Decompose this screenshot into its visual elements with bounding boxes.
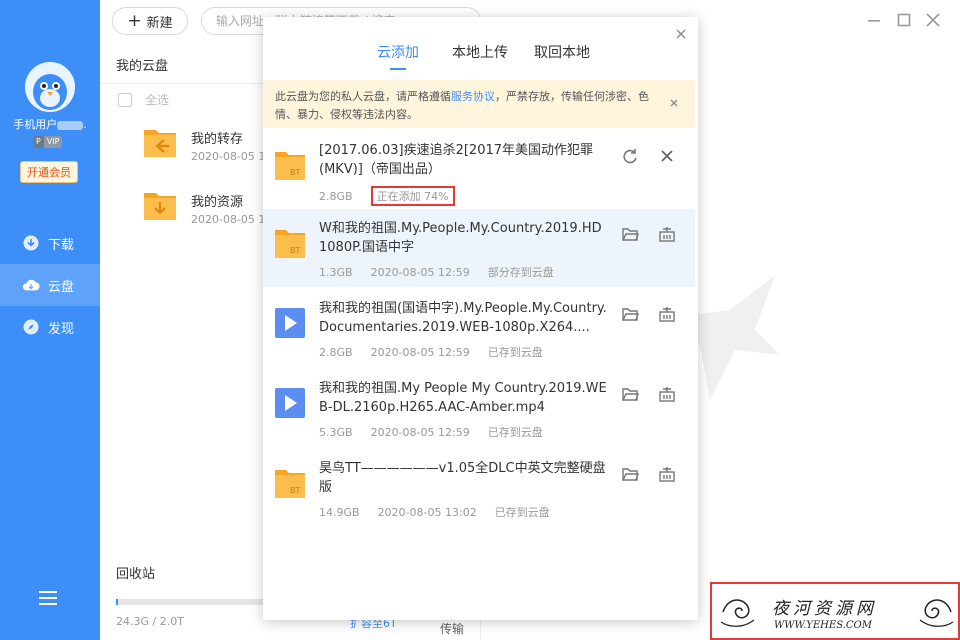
task-row[interactable]: BT [2017.06.03]疾速追杀2[2017年美国动作犯罪(MKV)]（帝… [263,131,695,209]
notice-close-icon[interactable] [668,97,680,109]
save-to-cloud-icon[interactable] [658,465,676,483]
breadcrumb[interactable]: 我的云盘 [116,55,168,74]
tab-cloud-add[interactable]: 云添加 [377,42,419,62]
refresh-icon[interactable] [621,147,639,165]
save-to-cloud-icon[interactable] [658,385,676,403]
resource-folder-icon [143,189,177,221]
ornament-icon [916,592,956,632]
download-icon [22,234,40,252]
open-folder-icon[interactable] [621,465,639,483]
dialog-close-icon[interactable] [674,27,688,41]
transfer-button[interactable]: 传输 [440,620,464,637]
bt-folder-icon: BT [275,148,305,182]
select-all[interactable]: 全选 [118,91,169,108]
video-file-icon [275,306,305,340]
service-agreement-link[interactable]: 服务协议 [451,90,495,103]
dialog-tabs: 云添加 本地上传 取回本地 [263,42,698,72]
open-folder-icon[interactable] [621,305,639,323]
bt-folder-icon: BT [275,466,305,500]
plus-icon: + [127,10,142,31]
masked-phone [57,120,84,130]
username[interactable]: 手机用户. [0,116,100,132]
new-button[interactable]: + 新建 [112,7,188,35]
site-watermark: 夜河资源网 WWW.YEHES.COM [710,582,960,640]
minimize-icon[interactable] [866,12,882,28]
vip-badge: P VIP [33,136,63,148]
window-close-icon[interactable] [925,12,941,28]
notice-banner: 此云盘为您的私人云盘，请严格遵循服务协议，严禁存放，传输任何涉密、色情、暴力、侵… [263,80,695,128]
cloud-icon [22,276,40,294]
task-progress-status: 正在添加 74% [370,186,455,206]
storage-bar [116,599,266,605]
svg-text:BT: BT [290,168,300,177]
save-to-cloud-icon[interactable] [658,225,676,243]
ornament-icon [718,592,758,632]
storage-bar-fill [116,599,118,605]
transfer-folder-icon [143,126,177,158]
nav-item-cloud[interactable]: 云盘 [0,264,100,306]
task-row[interactable]: BT 昊鸟TT——————v1.05全DLC中英文完整硬盘版 14.9GB 202… [263,449,695,527]
select-all-checkbox[interactable] [118,92,132,107]
video-file-icon [275,386,305,420]
task-row[interactable]: BT W和我的祖国.My.People.My.Country.2019.HD10… [263,209,695,287]
active-tab-indicator [390,68,406,70]
tab-retrieve-local[interactable]: 取回本地 [534,42,590,62]
cancel-task-icon[interactable] [658,147,676,165]
cloud-add-dialog: 云添加 本地上传 取回本地 此云盘为您的私人云盘，请严格遵循服务协议，严禁存放，… [263,17,698,620]
compass-icon [22,318,40,336]
maximize-icon[interactable] [896,12,912,28]
svg-text:BT: BT [290,486,300,495]
tab-local-upload[interactable]: 本地上传 [452,42,508,62]
open-folder-icon[interactable] [621,225,639,243]
save-to-cloud-icon[interactable] [658,305,676,323]
sidebar: 手机用户. P VIP 开通会员 下载 云盘 发现 [0,0,100,640]
task-row[interactable]: 我和我的祖国.My People My Country.2019.WEB-DL.… [263,369,695,447]
recycle-bin[interactable]: 回收站 [116,563,155,582]
nav-item-download[interactable]: 下载 [0,222,100,264]
open-vip-button[interactable]: 开通会员 [20,161,78,183]
menu-icon[interactable] [39,591,57,605]
avatar[interactable] [25,62,75,112]
bt-folder-icon: BT [275,226,305,260]
nav-item-discover[interactable]: 发现 [0,306,100,348]
storage-usage: 24.3G / 2.0T [116,615,184,628]
task-row[interactable]: 我和我的祖国(国语中字).My.People.My.Country.Docume… [263,289,695,367]
svg-text:BT: BT [290,246,300,255]
open-folder-icon[interactable] [621,385,639,403]
task-size: 2.8GB [319,190,353,203]
